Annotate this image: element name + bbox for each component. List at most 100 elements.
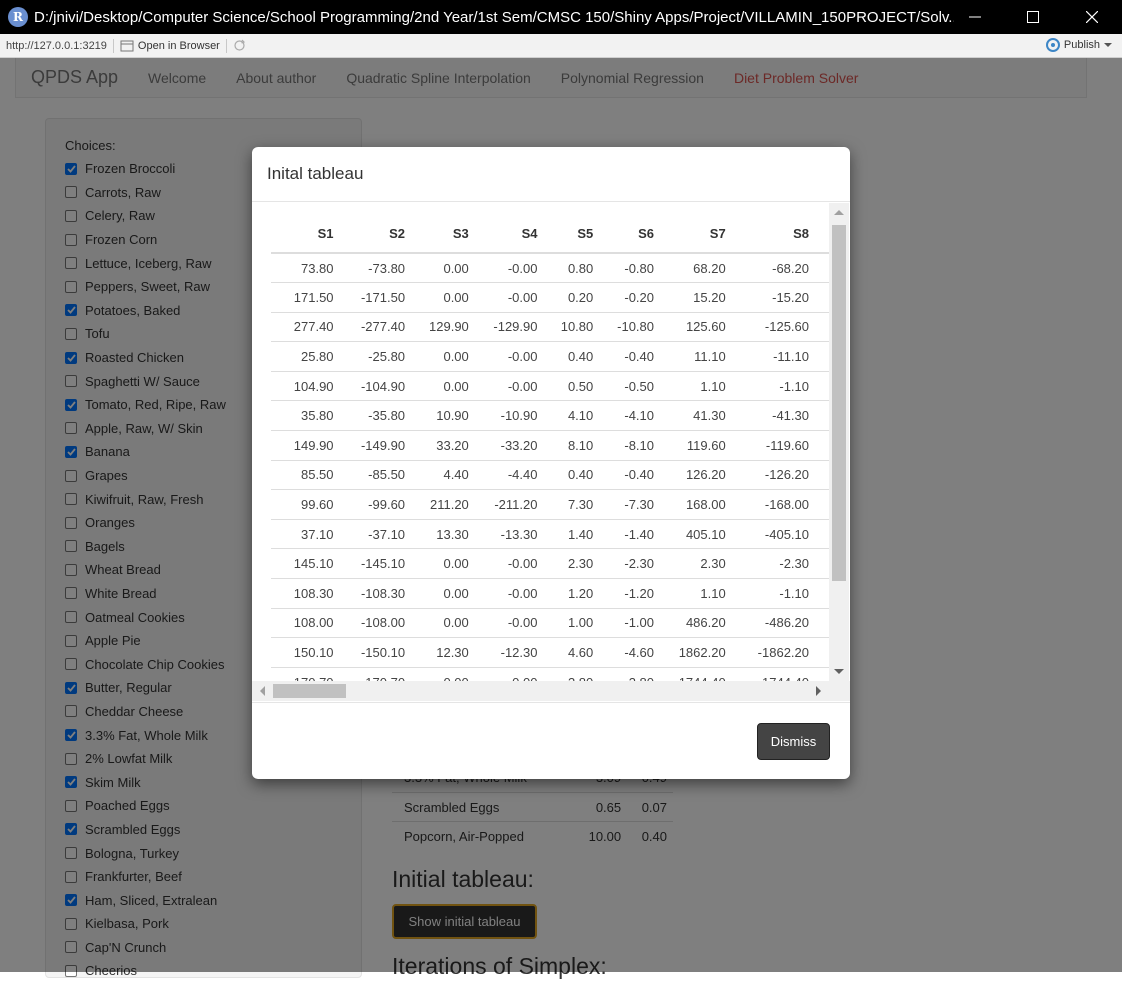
vertical-scrollbar[interactable] <box>829 203 849 681</box>
close-window-button[interactable] <box>1063 0 1121 34</box>
tableau-cell: -99.60 <box>353 489 426 520</box>
tableau-cell: 1.00 <box>557 607 614 638</box>
tableau-row: 35.80 -35.80 10.90 -10.90 4.10 -4.10 41.30 -41.… <box>271 400 829 431</box>
tableau-row: 170.70-170.700.00-0.003.80-3.801744.40-1… <box>271 666 829 681</box>
tableau-cell: -145.10 <box>353 548 426 579</box>
tableau-cell: 0.00 <box>425 341 489 372</box>
tableau-cell: 0.00 <box>425 370 489 401</box>
tableau-cell: -4.40 <box>488 459 558 490</box>
tableau-cell: -126.20 <box>745 459 829 490</box>
tableau-cell: 4.60 <box>557 637 614 668</box>
tableau-cell: -10.80 <box>613 311 675 342</box>
horizontal-scrollbar[interactable] <box>252 681 850 701</box>
tableau-cell: 13.30 <box>425 518 489 549</box>
open-in-browser-button[interactable]: Open in Browser <box>120 40 220 52</box>
tableau-cell: -0.00 <box>488 370 558 401</box>
tableau-cell: 1.10 <box>674 578 746 609</box>
minimize-button[interactable] <box>946 0 1004 34</box>
tableau-cell: -33.20 <box>488 430 558 461</box>
tableau-row: 104.90 -104.90 0.00 -0.00 0.50 -0.50 1.10 -1.10 <box>271 370 829 401</box>
tableau-cell: -0.50 <box>613 370 675 401</box>
tableau-cell: -1.20 <box>613 578 675 609</box>
tableau-cell: 10.90 <box>425 400 489 431</box>
publish-button[interactable]: Publish <box>1045 38 1112 52</box>
tableau-cell: -25.80 <box>353 341 426 372</box>
scroll-right-icon[interactable] <box>816 686 821 696</box>
tableau-cell: -35.80 <box>353 400 426 431</box>
tableau-cell: 1.20 <box>557 578 614 609</box>
tableau-cell: 15.20 <box>674 282 746 313</box>
tableau-cell: 99.60 <box>271 489 354 520</box>
tableau-cell: -1.10 <box>745 578 829 609</box>
tableau-cell: -211.20 <box>488 489 558 520</box>
tableau-cell: -486.20 <box>745 607 829 638</box>
publish-icon <box>1045 38 1060 52</box>
tableau-cell: 10.80 <box>557 311 614 342</box>
tableau-column-header: S8 <box>745 215 829 254</box>
tableau-cell: 12.30 <box>425 637 489 668</box>
tableau-cell: 0.00 <box>425 607 489 638</box>
tableau-cell: 11.10 <box>674 341 746 372</box>
tableau-cell: -0.00 <box>488 252 558 283</box>
scroll-up-icon[interactable] <box>834 210 844 215</box>
tableau-row: 37.10 -37.10 13.30 -13.30 1.40 -1.40 405.10 -40… <box>271 518 829 549</box>
horizontal-scroll-thumb[interactable] <box>273 684 346 698</box>
open-in-browser-label: Open in Browser <box>137 39 220 52</box>
tableau-row: 150.10 -150.10 12.30 -12.30 4.60 -4.60 1862.20… <box>271 637 829 668</box>
tableau-cell: -0.00 <box>488 607 558 638</box>
tableau-cell: -108.00 <box>353 607 426 638</box>
tableau-cell: -0.80 <box>613 252 675 283</box>
tableau-cell: -1.10 <box>745 370 829 401</box>
tableau-cell: 125.60 <box>674 311 746 342</box>
tableau-scroll-area[interactable]: S1 S2 S3 S4 S5 S6 S7 S8 73.80 -73.80 0.00 -0.00 0.8… <box>271 203 829 681</box>
tableau-cell: -104.90 <box>353 370 426 401</box>
tableau-cell: 8.10 <box>557 430 614 461</box>
tableau-cell: 170.70 <box>271 666 354 681</box>
scroll-left-icon[interactable] <box>260 686 265 696</box>
dismiss-button[interactable]: Dismiss <box>757 723 830 760</box>
tableau-column-header: S2 <box>353 215 426 254</box>
tableau-cell: 1862.20 <box>674 637 746 668</box>
tableau-cell: -171.50 <box>353 282 426 313</box>
r-app-icon: R <box>8 7 28 27</box>
maximize-button[interactable] <box>1004 0 1062 34</box>
tableau-cell: -13.30 <box>488 518 558 549</box>
tableau-cell: -37.10 <box>353 518 426 549</box>
scroll-down-icon[interactable] <box>834 669 844 674</box>
tableau-cell: 405.10 <box>674 518 746 549</box>
tableau-cell: 0.00 <box>425 548 489 579</box>
tableau-cell: 41.30 <box>674 400 746 431</box>
toolbar-divider <box>225 38 227 53</box>
modal-title: Inital tableau <box>267 164 364 183</box>
tableau-cell: -68.20 <box>745 252 829 283</box>
tableau-cell: 211.20 <box>425 489 489 520</box>
tableau-cell: 2.30 <box>557 548 614 579</box>
tableau-cell: -11.10 <box>745 341 829 372</box>
tableau-cell: -0.00 <box>488 548 558 579</box>
tableau-cell: -4.10 <box>613 400 675 431</box>
tableau-cell: -0.00 <box>488 341 558 372</box>
tableau-cell: -15.20 <box>745 282 829 313</box>
tableau-cell: -129.90 <box>488 311 558 342</box>
refresh-button[interactable] <box>233 39 246 52</box>
tableau-row: 149.90 -149.90 33.20 -33.20 8.10 -8.10 119.60-… <box>271 430 829 461</box>
tableau-column-header: S5 <box>557 215 614 254</box>
tableau-column-header: S1 <box>271 215 354 254</box>
tableau-cell: 0.00 <box>425 282 489 313</box>
toolbar-divider <box>112 38 114 53</box>
modal-backdrop[interactable]: Inital tableau S1 S2 S3 S4 S5 S6 S7 S8 73.80 -73… <box>0 58 1122 972</box>
tableau-cell: 149.90 <box>271 430 354 461</box>
tableau-cell: 4.10 <box>557 400 614 431</box>
tableau-cell: -108.30 <box>353 578 426 609</box>
tableau-cell: 0.20 <box>557 282 614 313</box>
tableau-cell: 1.10 <box>674 370 746 401</box>
viewer-toolbar: http://127.0.0.1:3219 Open in Browser Pu… <box>0 34 1122 58</box>
tableau-cell: 73.80 <box>271 252 354 283</box>
modal-footer: Dismiss <box>252 702 850 779</box>
chevron-down-icon <box>1104 43 1112 47</box>
tableau-cell: 119.60 <box>674 430 746 461</box>
tableau-cell: -73.80 <box>353 252 426 283</box>
tableau-cell: 2.30 <box>674 548 746 579</box>
window-titlebar: R D:/jnivi/Desktop/Computer Science/Scho… <box>0 0 1122 34</box>
vertical-scroll-thumb[interactable] <box>832 225 846 581</box>
